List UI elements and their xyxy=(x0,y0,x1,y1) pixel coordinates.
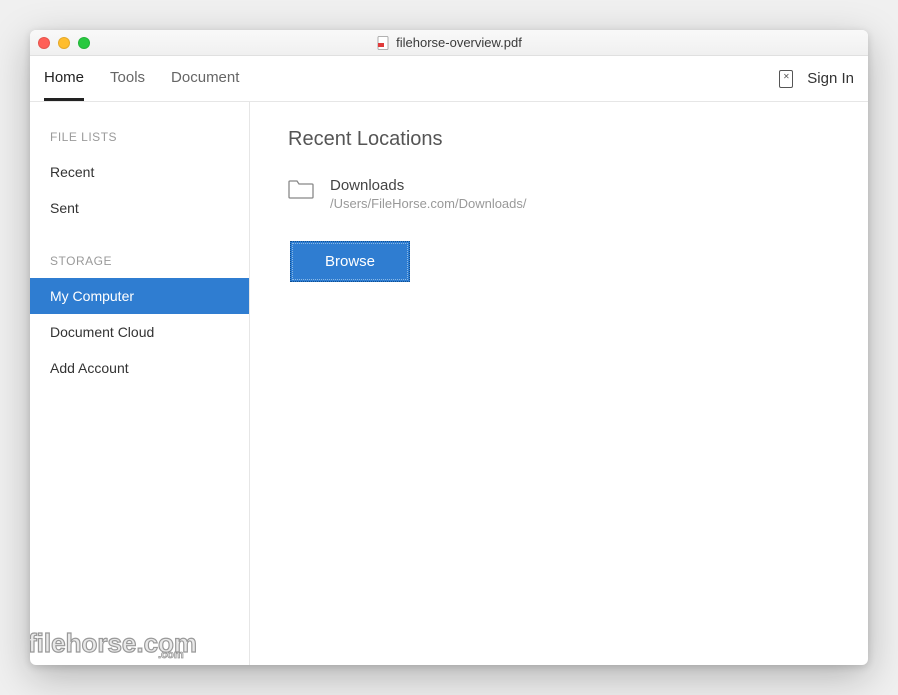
main-panel: Recent Locations Downloads /Users/FileHo… xyxy=(250,102,868,665)
zoom-window-button[interactable] xyxy=(78,37,90,49)
sidebar-item-recent[interactable]: Recent xyxy=(30,154,249,190)
main-tabs: Home Tools Document xyxy=(44,56,239,101)
recent-locations-heading: Recent Locations xyxy=(288,128,830,151)
close-window-button[interactable] xyxy=(38,37,50,49)
minimize-window-button[interactable] xyxy=(58,37,70,49)
sidebar-section-header-file-lists: FILE LISTS xyxy=(30,124,249,154)
window-title-text: filehorse-overview.pdf xyxy=(396,35,522,50)
tab-document[interactable]: Document xyxy=(171,56,239,101)
app-window: filehorse-overview.pdf Home Tools Docume… xyxy=(30,30,868,665)
toolbar: Home Tools Document Sign In xyxy=(30,56,868,102)
window-controls xyxy=(38,37,90,49)
sidebar-item-sent[interactable]: Sent xyxy=(30,190,249,226)
sign-in-button[interactable]: Sign In xyxy=(807,70,854,87)
location-text: Downloads /Users/FileHorse.com/Downloads… xyxy=(330,177,527,211)
location-item-downloads[interactable]: Downloads /Users/FileHorse.com/Downloads… xyxy=(288,177,830,211)
mobile-link-icon[interactable] xyxy=(779,70,793,88)
tab-tools[interactable]: Tools xyxy=(110,56,145,101)
sidebar: FILE LISTS Recent Sent STORAGE My Comput… xyxy=(30,102,250,665)
pdf-file-icon xyxy=(376,36,390,50)
location-path: /Users/FileHorse.com/Downloads/ xyxy=(330,196,527,211)
location-name: Downloads xyxy=(330,177,527,194)
sidebar-item-add-account[interactable]: Add Account xyxy=(30,350,249,386)
sidebar-item-document-cloud[interactable]: Document Cloud xyxy=(30,314,249,350)
titlebar: filehorse-overview.pdf xyxy=(30,30,868,56)
tab-home[interactable]: Home xyxy=(44,56,84,101)
window-title: filehorse-overview.pdf xyxy=(30,35,868,50)
folder-icon xyxy=(288,179,314,199)
content-body: FILE LISTS Recent Sent STORAGE My Comput… xyxy=(30,102,868,665)
sidebar-item-my-computer[interactable]: My Computer xyxy=(30,278,249,314)
toolbar-right: Sign In xyxy=(779,70,854,88)
sidebar-section-header-storage: STORAGE xyxy=(30,248,249,278)
browse-button[interactable]: Browse xyxy=(290,241,410,282)
